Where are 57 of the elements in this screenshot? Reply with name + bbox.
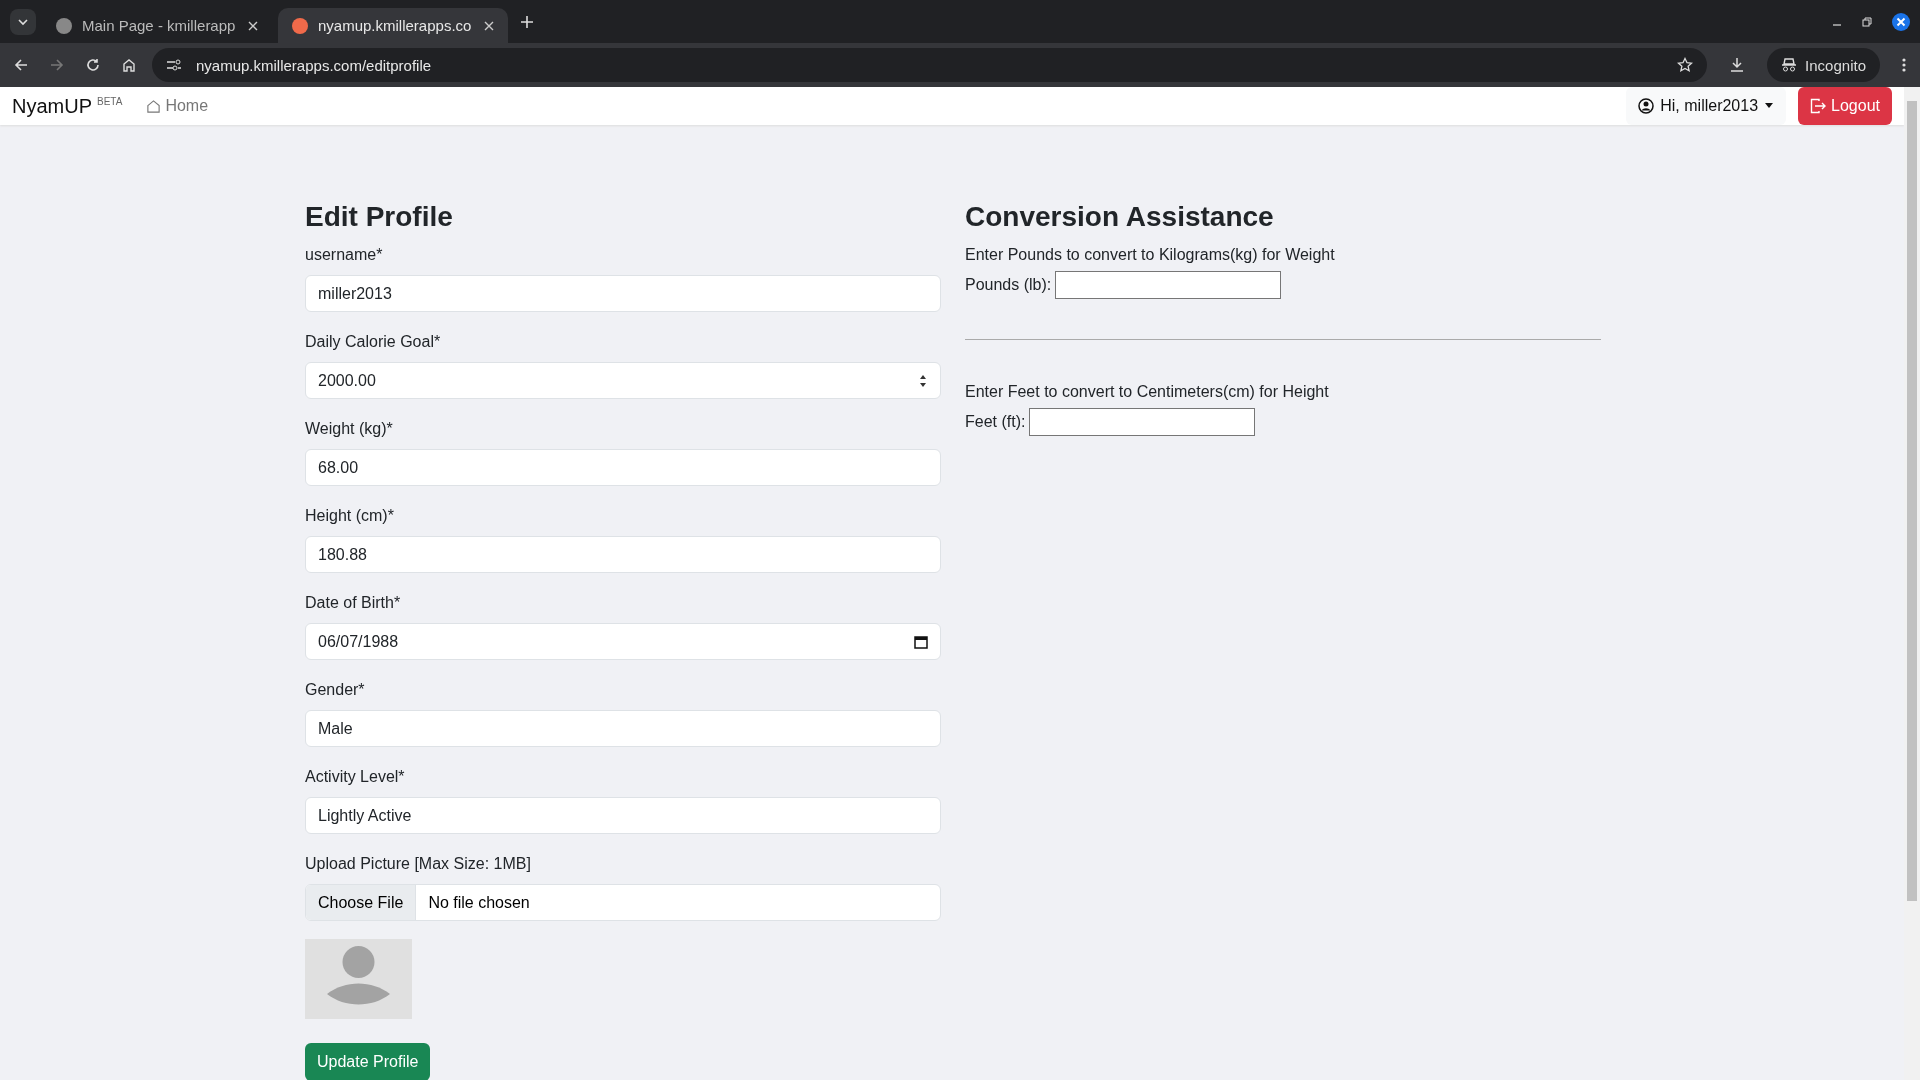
input-field[interactable]: Lightly Active <box>305 797 941 834</box>
calendar-icon[interactable] <box>914 634 928 649</box>
page-heading: Edit Profile <box>305 201 454 234</box>
home-link[interactable]: Home <box>146 97 209 115</box>
field-label: Weight (kg)* <box>305 419 394 439</box>
field-label: Pounds (lb): <box>965 275 1052 295</box>
input-field[interactable]: miller2013 <box>305 275 941 312</box>
user-menu-button[interactable]: Hi, miller2013 <box>1626 87 1787 125</box>
input-field[interactable]: 180.88 <box>305 536 941 573</box>
tab-list-button[interactable] <box>10 8 36 35</box>
beta-label: BETA <box>97 95 123 107</box>
menu-icon[interactable] <box>1902 57 1906 73</box>
field-label: Feet (ft): <box>965 412 1026 432</box>
incognito-icon <box>1781 58 1798 72</box>
field-label: username* <box>305 245 384 265</box>
user-circle-icon <box>1638 98 1655 114</box>
close-icon[interactable] <box>248 20 258 31</box>
instruction-text: Enter Pounds to convert to Kilograms(kg) for Weight <box>965 245 1336 265</box>
instruction-text: Enter Feet to convert to Centimeters(cm) for Height <box>965 382 1330 402</box>
back-icon[interactable] <box>14 58 28 72</box>
field-label: Date of Birth* <box>305 593 402 613</box>
input-field[interactable] <box>1055 271 1282 299</box>
reload-icon[interactable] <box>86 58 100 72</box>
address-bar[interactable]: nyamup.kmillerapps.com/editprofile <box>152 48 1708 82</box>
close-icon[interactable] <box>1892 12 1910 31</box>
download-icon[interactable] <box>1729 57 1746 73</box>
caret-icon <box>1764 103 1775 109</box>
update-profile-button[interactable]: Update Profile <box>305 1043 431 1080</box>
field-label: Height (cm)* <box>305 506 395 526</box>
forward-icon[interactable] <box>50 58 64 72</box>
input-field[interactable]: 06/07/1988 <box>305 623 941 660</box>
brand-link[interactable]: NyamUP <box>12 94 92 118</box>
field-label: Activity Level* <box>305 767 406 787</box>
input-field[interactable]: 68.00 <box>305 449 941 486</box>
page-icon <box>56 17 72 34</box>
browser-tab[interactable]: nyamup.kmillerapps.co <box>278 8 508 43</box>
exit-icon <box>1810 98 1827 114</box>
new-tab-icon[interactable] <box>520 14 534 29</box>
input-field[interactable]: Male <box>305 710 941 747</box>
input-field[interactable]: 2000.00 <box>305 362 941 399</box>
home-icon[interactable] <box>122 58 136 72</box>
incognito-button[interactable]: Incognito <box>1767 48 1880 82</box>
home-icon <box>146 98 162 114</box>
site-settings-icon[interactable] <box>166 58 182 72</box>
field-label: Gender* <box>305 680 366 700</box>
page-icon <box>292 17 308 34</box>
file-input[interactable]: Choose File No file chosen <box>305 884 941 921</box>
input-field[interactable] <box>1029 408 1256 436</box>
logout-button[interactable]: Logout <box>1798 87 1892 125</box>
close-icon[interactable] <box>484 20 494 31</box>
field-label: Upload Picture [Max Size: 1MB] <box>305 854 532 874</box>
restore-icon[interactable] <box>1862 16 1872 27</box>
browser-tab[interactable]: Main Page - kmillerapp <box>42 8 272 43</box>
section-heading: Conversion Assistance <box>965 201 1275 234</box>
scrollbar[interactable] <box>1904 87 1920 1080</box>
field-label: Daily Calorie Goal* <box>305 332 442 352</box>
bookmark-star-icon[interactable] <box>1677 57 1694 73</box>
